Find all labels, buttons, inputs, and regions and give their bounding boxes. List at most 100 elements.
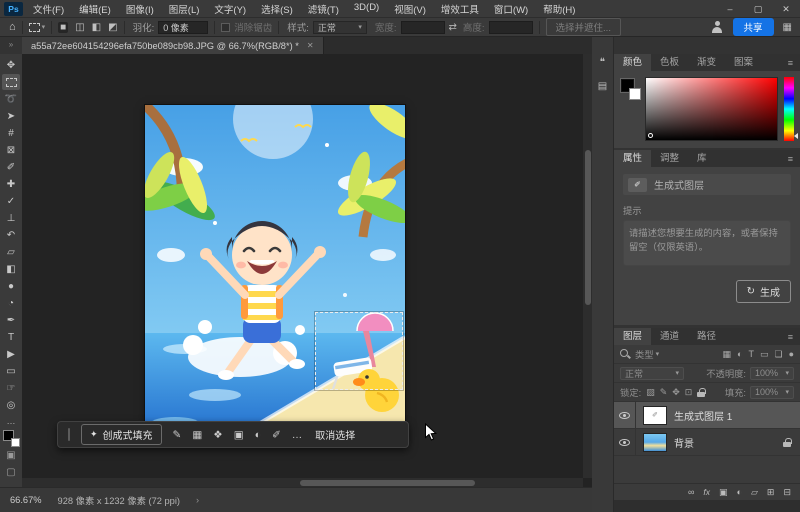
object-selection-tool[interactable]: ➤ xyxy=(2,108,20,124)
blend-mode-select[interactable]: 正常 ▾ xyxy=(620,366,684,380)
intersect-selection-icon[interactable]: ◩ xyxy=(108,22,117,33)
minimize-button[interactable]: – xyxy=(716,0,744,18)
new-group-icon[interactable]: ▱ xyxy=(751,487,758,498)
lock-all-icon[interactable] xyxy=(697,387,706,397)
quick-mask-icon[interactable]: ▣ xyxy=(2,447,20,463)
share-button[interactable]: 共享 xyxy=(732,18,774,36)
document-tab[interactable]: a55a72ee604154296efa750be089cb98.JPG @ 6… xyxy=(22,37,324,54)
new-selection-icon[interactable]: ■ xyxy=(58,21,69,33)
pen-tool[interactable]: ✒ xyxy=(2,312,20,328)
select-and-mask-button[interactable]: 选择并遮住... xyxy=(545,18,621,36)
gradient-tool[interactable]: ◧ xyxy=(2,261,20,277)
chevron-down-icon[interactable]: ▾ xyxy=(42,23,46,31)
background-color-swatch[interactable] xyxy=(10,438,20,447)
crop-tool[interactable]: # xyxy=(2,125,20,141)
lock-position-icon[interactable]: ✥ xyxy=(672,387,680,398)
new-layer-icon[interactable]: ⊞ xyxy=(767,487,775,498)
fill-select[interactable]: 100% ▾ xyxy=(750,385,794,399)
tab-adjustments[interactable]: 调整 xyxy=(651,150,688,167)
selection-brush-icon[interactable]: ✎ xyxy=(173,429,182,441)
style-select[interactable]: 正常 ▾ xyxy=(312,20,367,34)
panel-menu-icon[interactable]: ≡ xyxy=(788,332,793,342)
zoom-level[interactable]: 66.67% xyxy=(10,495,42,505)
color-picker-marker[interactable] xyxy=(648,133,653,138)
rectangular-marquee-tool[interactable] xyxy=(2,74,20,90)
layer-name[interactable]: 背景 xyxy=(674,435,783,450)
add-mask-icon[interactable]: ▣ xyxy=(234,429,244,441)
edit-toolbar-icon[interactable]: … xyxy=(7,416,16,426)
visibility-toggle[interactable] xyxy=(614,429,636,455)
lock-artboard-icon[interactable]: ⊡ xyxy=(685,387,693,398)
tab-color[interactable]: 颜色 xyxy=(614,54,652,71)
filter-pixel-layers-icon[interactable]: ▦ xyxy=(723,349,732,360)
panel-menu-icon[interactable]: ≡ xyxy=(788,58,793,68)
height-input[interactable] xyxy=(488,20,533,34)
layer-thumbnail[interactable] xyxy=(643,432,667,452)
menu-3d[interactable]: 3D(D) xyxy=(354,2,379,16)
photoshop-logo-icon[interactable]: Ps xyxy=(4,1,23,16)
menu-file[interactable]: 文件(F) xyxy=(33,2,64,16)
background-color-swatch[interactable] xyxy=(629,88,641,100)
comments-panel-icon[interactable]: ❝ xyxy=(600,57,605,68)
tab-properties[interactable]: 属性 xyxy=(614,150,652,167)
vertical-scrollbar[interactable] xyxy=(583,54,592,478)
clone-stamp-tool[interactable]: ⊥ xyxy=(2,210,20,226)
tab-channels[interactable]: 通道 xyxy=(651,328,688,345)
swap-dimensions-icon[interactable]: ⇄ xyxy=(449,22,457,33)
brush-tool[interactable]: ✓ xyxy=(2,193,20,209)
canvas-area[interactable]: ✦ 创成式填充 ✎ ▦ ❖ ▣ ◐ ✐ … 取消选择 xyxy=(22,54,592,487)
tab-patterns[interactable]: 图案 xyxy=(725,54,762,71)
hue-slider[interactable] xyxy=(784,77,798,141)
menu-view[interactable]: 视图(V) xyxy=(394,2,426,16)
lock-transparent-pixels-icon[interactable]: ▨ xyxy=(646,387,655,398)
filter-shape-layers-icon[interactable]: ▭ xyxy=(760,349,769,360)
status-chevron-icon[interactable]: › xyxy=(196,495,199,505)
new-adjustment-layer-icon[interactable]: ◐ xyxy=(737,487,742,497)
type-tool[interactable]: T xyxy=(2,329,20,345)
layer-row-generative[interactable]: ✐ 生成式图层 1 xyxy=(614,402,800,429)
generative-fill-button[interactable]: ✦ 创成式填充 xyxy=(81,424,162,445)
more-options-icon[interactable]: … xyxy=(292,429,303,441)
tab-paths[interactable]: 路径 xyxy=(688,328,725,345)
hand-tool[interactable]: ☞ xyxy=(2,380,20,396)
rectangle-tool[interactable]: ▭ xyxy=(2,363,20,379)
menu-plugins[interactable]: 增效工具 xyxy=(441,2,479,16)
add-to-selection-icon[interactable]: ◫ xyxy=(75,22,84,33)
frame-tool[interactable]: ⊠ xyxy=(2,142,20,158)
blur-tool[interactable]: ● xyxy=(2,278,20,294)
fill-selection-icon[interactable]: ✐ xyxy=(272,429,281,441)
workspace-switcher-icon[interactable]: ▦ xyxy=(783,22,792,33)
filter-type-select[interactable]: 类型 xyxy=(635,347,654,361)
layer-style-icon[interactable]: fx xyxy=(703,487,710,497)
filter-smart-objects-icon[interactable]: ❏ xyxy=(774,349,782,360)
move-tool[interactable]: ✥ xyxy=(2,57,20,73)
tab-close-icon[interactable]: ✕ xyxy=(307,41,314,50)
prompt-textarea[interactable] xyxy=(623,220,791,266)
adjustment-layer-icon[interactable]: ◐ xyxy=(255,429,261,441)
menu-filter[interactable]: 滤镜(T) xyxy=(308,2,339,16)
delete-layer-icon[interactable]: ⊟ xyxy=(783,487,791,498)
horizontal-scrollbar-thumb[interactable] xyxy=(300,479,475,486)
home-icon[interactable]: ⌂ xyxy=(9,21,16,33)
adjustments-icon[interactable]: ▦ xyxy=(192,429,202,441)
spot-healing-tool[interactable]: ✚ xyxy=(2,176,20,192)
opacity-select[interactable]: 100% ▾ xyxy=(750,366,794,380)
collapsed-panel-icon[interactable]: ▤ xyxy=(598,81,607,92)
eyedropper-tool[interactable]: ✐ xyxy=(2,159,20,175)
filter-adjustment-layers-icon[interactable]: ◐ xyxy=(737,349,742,359)
path-selection-tool[interactable]: ▶ xyxy=(2,346,20,362)
link-layers-icon[interactable]: ∞ xyxy=(688,487,694,497)
lasso-tool[interactable]: ➰ xyxy=(2,91,20,107)
dodge-tool[interactable]: ◔ xyxy=(2,295,20,311)
hue-slider-marker[interactable] xyxy=(794,133,798,139)
screen-mode-icon[interactable]: ▢ xyxy=(2,464,20,480)
selection-marquee[interactable] xyxy=(315,312,403,390)
tab-libraries[interactable]: 库 xyxy=(688,150,716,167)
tab-swatches[interactable]: 色板 xyxy=(651,54,688,71)
antialias-checkbox[interactable] xyxy=(221,22,231,32)
zoom-tool[interactable]: ◎ xyxy=(2,397,20,413)
account-person-icon[interactable] xyxy=(711,21,724,33)
tab-layers[interactable]: 图层 xyxy=(614,328,652,345)
transform-selection-icon[interactable]: ❖ xyxy=(213,429,222,441)
menu-help[interactable]: 帮助(H) xyxy=(543,2,575,16)
